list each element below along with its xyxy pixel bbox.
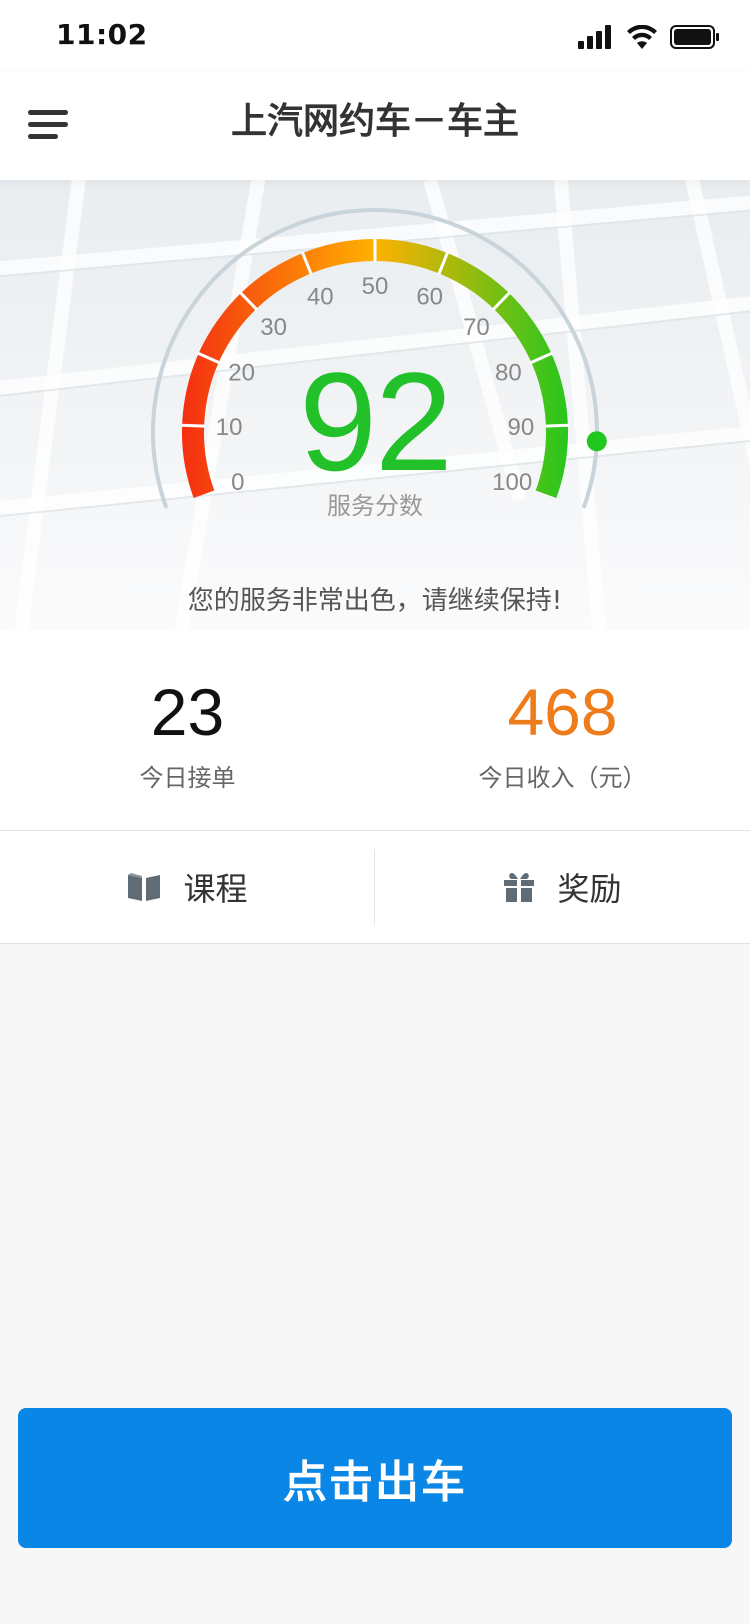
income-label: 今日收入（元） — [478, 764, 647, 792]
course-button[interactable]: 课程 — [0, 831, 375, 943]
status-bar: 11:02 — [0, 0, 750, 72]
action-bar: 课程 奖励 — [0, 830, 750, 944]
reward-label: 奖励 — [557, 870, 622, 908]
signal-icon — [578, 25, 611, 49]
page-title: 上汽网约车－车主 — [230, 101, 519, 142]
gauge-tick-label: 30 — [260, 314, 287, 341]
orders-stat: 23 今日接单 — [0, 672, 375, 793]
gauge-tick-label: 50 — [362, 273, 389, 300]
score-panel: 0 10 20 30 40 50 60 70 80 90 100 92 服务分数 您的服务非常出色，… — [0, 180, 750, 630]
income-stat: 468 今日收入（元） — [375, 672, 750, 793]
nav-bar: 上汽网约车－车主 — [0, 72, 750, 180]
orders-label: 今日接单 — [139, 764, 236, 792]
reward-button[interactable]: 奖励 — [375, 831, 750, 943]
gauge-tick-label: 40 — [307, 284, 334, 311]
wifi-icon — [627, 25, 657, 49]
course-label: 课程 — [183, 870, 248, 908]
status-time: 11:02 — [56, 18, 148, 51]
score-message: 您的服务非常出色，请继续保持! — [187, 586, 563, 616]
book-icon — [128, 873, 161, 901]
score-value: 92 — [299, 343, 453, 500]
gauge-tick-label: 70 — [463, 314, 490, 341]
income-amount: 468 — [507, 675, 618, 749]
depart-button[interactable]: 点击出车 — [18, 1408, 732, 1548]
orders-count: 23 — [150, 675, 225, 749]
today-stats: 23 今日接单 468 今日收入（元） — [0, 630, 750, 830]
status-icons — [578, 22, 720, 52]
gift-icon — [504, 873, 535, 902]
battery-icon — [670, 25, 719, 49]
score-label: 服务分数 — [327, 492, 423, 520]
gauge-tick-label: 60 — [416, 284, 443, 311]
